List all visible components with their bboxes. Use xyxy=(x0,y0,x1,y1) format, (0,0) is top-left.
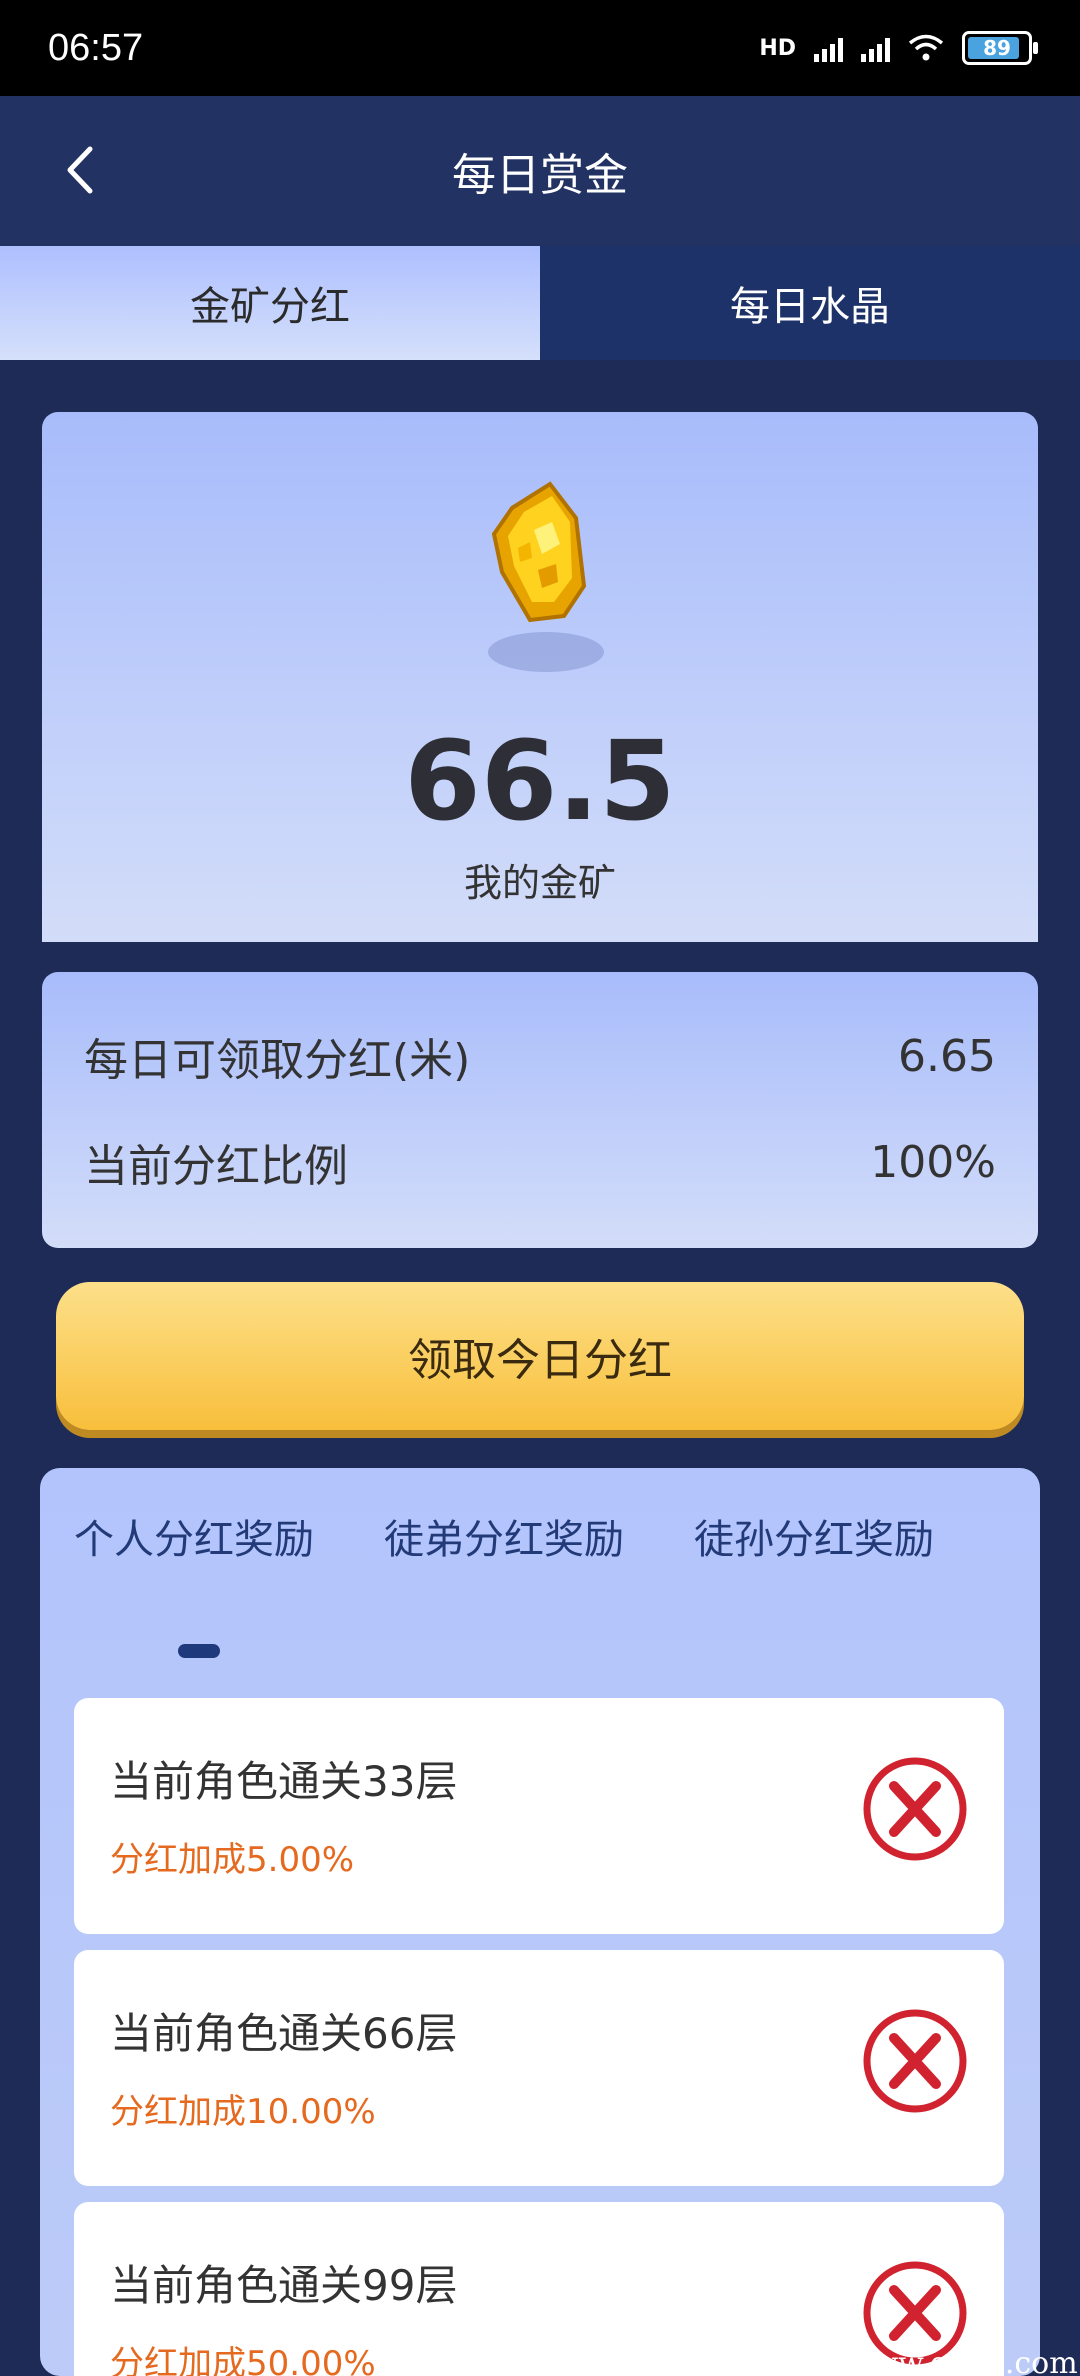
reward-item: 当前角色通关33层 分红加成5.00% xyxy=(74,1698,1004,1934)
gold-mine-label: 我的金矿 xyxy=(463,861,616,905)
signal-icon-2 xyxy=(861,34,890,62)
dividend-info-card: 每日可领取分红(米) 6.65 当前分红比例 100% xyxy=(42,972,1038,1248)
page-title: 每日赏金 xyxy=(452,150,628,201)
reward-bonus: 分红加成10.00% xyxy=(110,2092,376,2132)
reward-bonus: 分红加成50.00% xyxy=(110,2344,376,2376)
status-time: 06:57 xyxy=(48,26,144,69)
dividend-ratio-label: 当前分红比例 xyxy=(84,1141,348,1192)
hd-icon: HD xyxy=(759,35,796,61)
signal-icon xyxy=(814,34,843,62)
tab-personal-reward[interactable]: 个人分红奖励 xyxy=(74,1510,314,1570)
dividend-ratio-row: 当前分红比例 100% xyxy=(84,1130,996,1194)
gold-nugget-icon xyxy=(488,481,604,672)
watermark: 318首码网 www.e318.com xyxy=(690,2346,1078,2376)
reward-title: 当前角色通关66层 xyxy=(110,2009,458,2058)
back-button[interactable] xyxy=(50,140,110,200)
tab-apprentice-reward[interactable]: 徒弟分红奖励 xyxy=(384,1510,624,1570)
gold-mine-card: 66.5 我的金矿 xyxy=(42,412,1038,942)
reward-panel: 个人分红奖励 徒弟分红奖励 徒孙分红奖励 当前角色通关33层 分红加成5.00%… xyxy=(40,1468,1040,2376)
x-circle-icon xyxy=(863,2009,967,2113)
battery-icon: 89 xyxy=(962,31,1038,65)
status-icons: HD 89 xyxy=(759,31,1038,65)
gold-mine-value: 66.5 xyxy=(404,717,676,845)
battery-level: 89 xyxy=(983,36,1011,60)
reward-title: 当前角色通关99层 xyxy=(110,2261,458,2310)
status-bar: 06:57 HD 89 xyxy=(0,0,1080,96)
wifi-icon xyxy=(908,34,944,61)
daily-dividend-value: 6.65 xyxy=(898,1030,996,1082)
tab-daily-crystal[interactable]: 每日水晶 xyxy=(540,246,1080,360)
top-tabs: 金矿分红 每日水晶 xyxy=(0,246,1080,360)
reward-title: 当前角色通关33层 xyxy=(110,1757,458,1806)
chevron-left-icon xyxy=(67,146,93,194)
tab-grand-apprentice-reward[interactable]: 徒孙分红奖励 xyxy=(694,1510,934,1570)
dividend-ratio-value: 100% xyxy=(870,1136,996,1188)
daily-dividend-row: 每日可领取分红(米) 6.65 xyxy=(84,1024,996,1088)
x-circle-icon xyxy=(863,1757,967,1861)
reward-bonus: 分红加成5.00% xyxy=(110,1840,355,1880)
reward-item: 当前角色通关66层 分红加成10.00% xyxy=(74,1950,1004,2186)
active-tab-indicator xyxy=(178,1644,220,1658)
tab-gold-mine-dividend[interactable]: 金矿分红 xyxy=(0,246,540,360)
nav-bar: 每日赏金 xyxy=(0,96,1080,246)
claim-dividend-button[interactable]: 领取今日分红 xyxy=(56,1282,1024,1430)
daily-dividend-label: 每日可领取分红(米) xyxy=(84,1035,471,1086)
